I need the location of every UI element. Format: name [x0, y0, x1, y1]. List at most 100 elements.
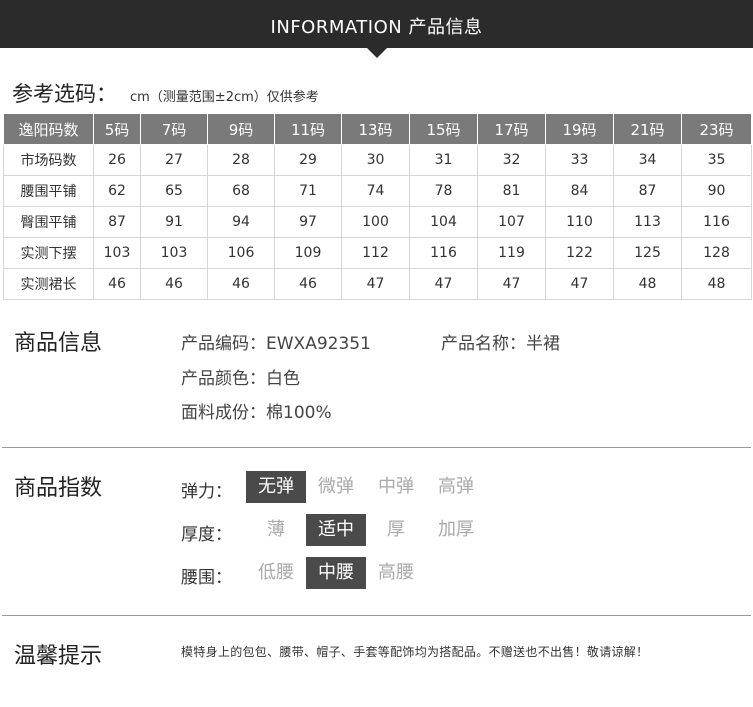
- elasticity-option-none: 无弹: [246, 471, 306, 503]
- product-info-title: 商品信息: [14, 331, 103, 356]
- column-header: 13码: [341, 113, 410, 145]
- table-cell: 106: [207, 237, 275, 269]
- waist-option-high: 高腰: [378, 562, 414, 583]
- table-cell: 62: [93, 175, 141, 207]
- tips-text: 模特身上的包包、腰带、帽子、手套等配饰均为搭配品。不赠送也不出售！敬请谅解！: [181, 645, 649, 659]
- row-label: 腰围平铺: [3, 175, 94, 207]
- table-cell: 87: [613, 175, 682, 207]
- section-divider: [2, 447, 751, 448]
- waist-label: 腰围：: [181, 568, 232, 588]
- table-cell: 46: [93, 268, 141, 300]
- table-cell: 48: [681, 268, 752, 300]
- table-cell: 103: [140, 237, 208, 269]
- table-cell: 48: [613, 268, 682, 300]
- table-cell: 28: [207, 144, 275, 176]
- product-code: 产品编码：EWXA92351: [181, 334, 371, 354]
- row-label: 实测裙长: [3, 268, 94, 300]
- section-divider: [2, 615, 751, 616]
- table-cell: 87: [93, 206, 141, 238]
- table-cell: 35: [681, 144, 752, 176]
- table-cell: 110: [545, 206, 614, 238]
- thickness-option-moderate: 适中: [306, 514, 366, 546]
- table-row: 实测下摆 103 103 106 109 112 116 119 122 125…: [3, 237, 752, 269]
- thickness-option-thick: 厚: [387, 519, 405, 540]
- table-cell: 113: [613, 206, 682, 238]
- page-title: INFORMATION 产品信息: [270, 17, 483, 38]
- table-cell: 119: [477, 237, 546, 269]
- column-header: 15码: [409, 113, 478, 145]
- table-cell: 84: [545, 175, 614, 207]
- row-label: 臀围平铺: [3, 206, 94, 238]
- table-row: 市场码数 26 27 28 29 30 31 32 33 34 35: [3, 144, 752, 176]
- table-cell: 46: [207, 268, 275, 300]
- table-cell: 34: [613, 144, 682, 176]
- waist-option-mid: 中腰: [306, 557, 366, 589]
- column-header: 5码: [93, 113, 141, 145]
- table-cell: 81: [477, 175, 546, 207]
- table-cell: 46: [274, 268, 342, 300]
- table-cell: 107: [477, 206, 546, 238]
- column-header: 17码: [477, 113, 546, 145]
- row-label: 市场码数: [3, 144, 94, 176]
- size-chart-heading: 参考选码：: [12, 82, 117, 106]
- elasticity-option-high: 高弹: [438, 476, 474, 497]
- table-cell: 33: [545, 144, 614, 176]
- column-header: 9码: [207, 113, 275, 145]
- elasticity-option-slight: 微弹: [318, 476, 354, 497]
- column-header: 21码: [613, 113, 682, 145]
- table-cell: 31: [409, 144, 478, 176]
- table-cell: 78: [409, 175, 478, 207]
- table-cell: 125: [613, 237, 682, 269]
- column-header: 逸阳码数: [3, 113, 94, 145]
- table-cell: 27: [140, 144, 208, 176]
- table-cell: 109: [274, 237, 342, 269]
- table-cell: 100: [341, 206, 410, 238]
- table-cell: 94: [207, 206, 275, 238]
- column-header: 7码: [140, 113, 208, 145]
- table-row: 实测裙长 46 46 46 46 47 47 47 47 48 48: [3, 268, 752, 300]
- table-row: 腰围平铺 62 65 68 71 74 78 81 84 87 90: [3, 175, 752, 207]
- table-cell: 30: [341, 144, 410, 176]
- column-header: 23码: [681, 113, 752, 145]
- table-cell: 90: [681, 175, 752, 207]
- table-cell: 32: [477, 144, 546, 176]
- table-cell: 74: [341, 175, 410, 207]
- table-cell: 26: [93, 144, 141, 176]
- table-cell: 47: [477, 268, 546, 300]
- table-cell: 47: [545, 268, 614, 300]
- product-fabric: 面料成份：棉100%: [181, 403, 332, 423]
- column-header: 19码: [545, 113, 614, 145]
- waist-option-low: 低腰: [258, 562, 294, 583]
- table-row: 臀围平铺 87 91 94 97 100 104 107 110 113 116: [3, 206, 752, 238]
- table-cell: 68: [207, 175, 275, 207]
- banner-pointer-icon: [367, 48, 387, 58]
- table-cell: 112: [341, 237, 410, 269]
- table-cell: 46: [140, 268, 208, 300]
- table-cell: 47: [341, 268, 410, 300]
- size-chart-note: cm（测量范围±2cm）仅供参考: [130, 90, 319, 105]
- table-cell: 104: [409, 206, 478, 238]
- size-table-header-row: 逸阳码数 5码 7码 9码 11码 13码 15码 17码 19码 21码 23…: [3, 113, 752, 145]
- elasticity-option-medium: 中弹: [378, 476, 414, 497]
- table-cell: 47: [409, 268, 478, 300]
- table-cell: 65: [140, 175, 208, 207]
- thickness-label: 厚度：: [181, 525, 232, 545]
- row-label: 实测下摆: [3, 237, 94, 269]
- table-cell: 128: [681, 237, 752, 269]
- table-cell: 116: [409, 237, 478, 269]
- product-index-title: 商品指数: [14, 476, 103, 501]
- table-cell: 103: [93, 237, 141, 269]
- thickness-option-extra-thick: 加厚: [438, 519, 474, 540]
- table-cell: 97: [274, 206, 342, 238]
- product-name: 产品名称：半裙: [441, 334, 560, 354]
- column-header: 11码: [274, 113, 342, 145]
- header-banner: INFORMATION 产品信息: [0, 0, 753, 48]
- size-table: 逸阳码数 5码 7码 9码 11码 13码 15码 17码 19码 21码 23…: [3, 113, 752, 300]
- elasticity-label: 弹力：: [181, 482, 232, 502]
- table-cell: 122: [545, 237, 614, 269]
- table-cell: 29: [274, 144, 342, 176]
- table-cell: 116: [681, 206, 752, 238]
- table-cell: 71: [274, 175, 342, 207]
- table-cell: 91: [140, 206, 208, 238]
- tips-title: 温馨提示: [14, 644, 103, 669]
